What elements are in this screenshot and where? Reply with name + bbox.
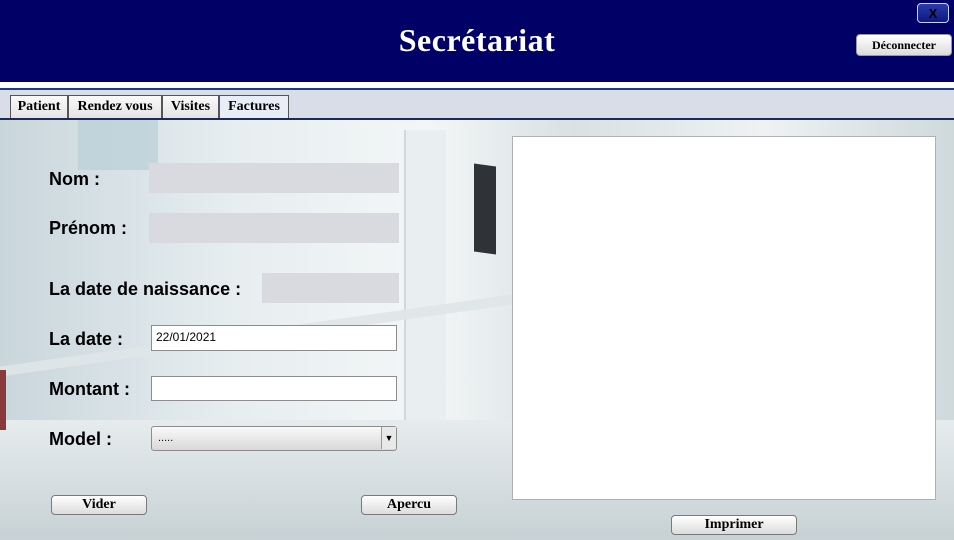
tab-factures[interactable]: Factures	[219, 95, 289, 118]
imprimer-button[interactable]: Imprimer	[671, 515, 797, 535]
naissance-field[interactable]	[262, 273, 399, 303]
vider-button[interactable]: Vider	[51, 495, 147, 515]
preview-pane	[512, 136, 936, 500]
close-icon: X	[928, 6, 938, 21]
naissance-label: La date de naissance :	[49, 279, 242, 299]
model-select[interactable]: ..... ▼	[151, 426, 397, 451]
wall-panel	[0, 370, 6, 430]
nom-field[interactable]	[149, 163, 399, 193]
model-label: Model :	[49, 429, 112, 449]
nom-label: Nom :	[49, 169, 100, 189]
wall-tv	[474, 163, 496, 255]
date-label: La date :	[49, 329, 124, 349]
page-title: Secrétariat	[398, 22, 556, 58]
chevron-down-icon[interactable]: ▼	[381, 427, 396, 449]
tab-rendez-vous[interactable]: Rendez vous	[68, 95, 162, 118]
door-panel	[404, 130, 446, 430]
disconnect-button[interactable]: Déconnecter	[856, 34, 952, 56]
app-header: Secrétariat X Déconnecter	[0, 0, 954, 82]
montant-label: Montant :	[49, 379, 130, 399]
tab-visites[interactable]: Visites	[162, 95, 219, 118]
montant-input[interactable]	[151, 376, 397, 401]
tab-bar: Patient Rendez vous Visites Factures	[0, 90, 954, 120]
date-input[interactable]: 22/01/2021	[151, 325, 397, 351]
close-button[interactable]: X	[917, 3, 949, 23]
wall-sign	[78, 120, 158, 170]
prenom-field[interactable]	[149, 213, 399, 243]
apercu-button[interactable]: Apercu	[361, 495, 457, 515]
prenom-label: Prénom :	[49, 218, 128, 238]
header-divider	[0, 82, 954, 90]
tab-patient[interactable]: Patient	[10, 95, 68, 118]
model-selected-value: .....	[158, 432, 174, 444]
